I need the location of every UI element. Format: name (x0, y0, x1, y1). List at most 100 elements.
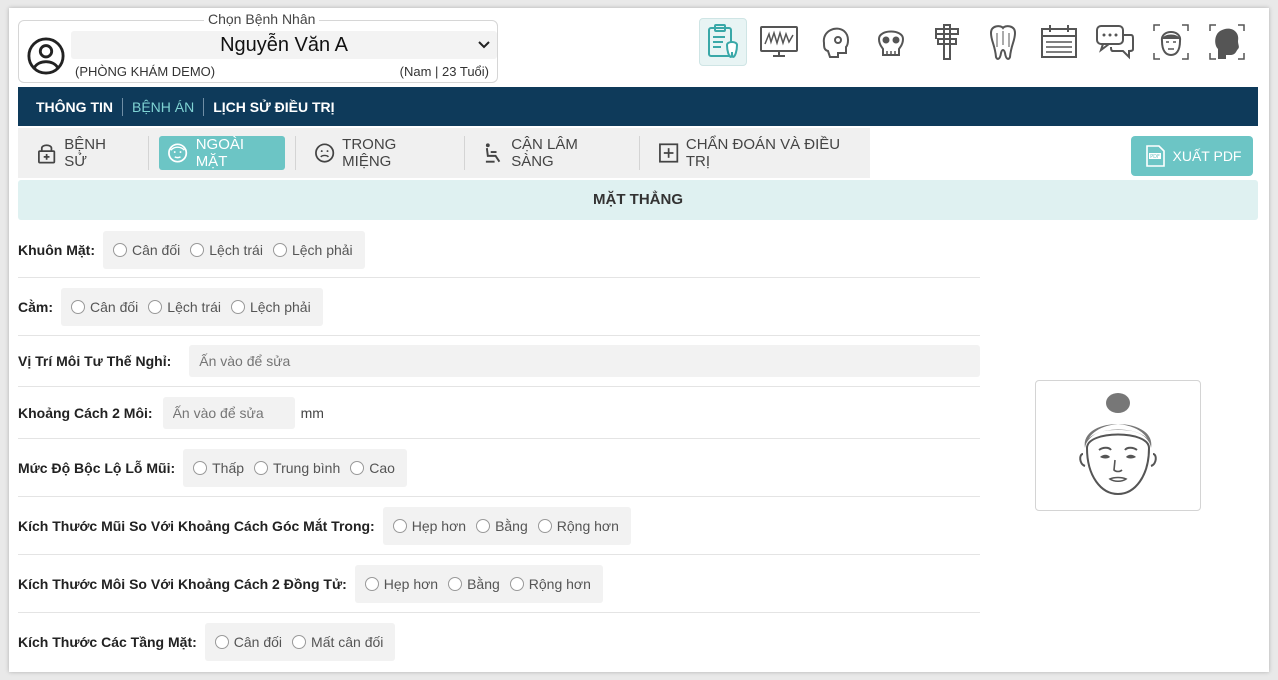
radio-button[interactable] (448, 576, 463, 591)
radio-group: Cân đối Mất cân đối (204, 623, 396, 661)
tab-label: CHẨN ĐOÁN VÀ ĐIỀU TRỊ (685, 136, 841, 170)
option-label: Cao (369, 459, 395, 476)
patient-name-select[interactable]: Nguyễn Văn A (71, 31, 497, 59)
tab-trong-mieng[interactable]: TRONG MIỆNG (306, 136, 454, 170)
radio-button[interactable] (112, 242, 127, 257)
radio-option[interactable]: Lệch phải (272, 242, 353, 258)
radio-button[interactable] (230, 299, 245, 314)
option-label: Trung bình (273, 459, 341, 476)
tab-ngoai-mat[interactable]: NGOÀI MẶT (159, 136, 285, 170)
radio-option[interactable]: Rộng hơn (509, 575, 591, 592)
option-label: Cân đối (233, 634, 283, 650)
nav-divider (203, 97, 205, 116)
form-row-lip-gap: Khoảng Cách 2 Môi: mm (18, 387, 980, 439)
caliper-icon[interactable] (923, 18, 971, 66)
radio-button[interactable] (254, 460, 269, 475)
tab-benh-su[interactable]: BỆNH SỬ (28, 136, 138, 170)
face-illustration-card[interactable] (1035, 380, 1201, 511)
unit-label: mm (300, 404, 324, 421)
chevron-down-icon (478, 41, 490, 49)
radio-button[interactable] (190, 242, 205, 257)
radio-button[interactable] (509, 576, 524, 591)
radio-button[interactable] (193, 460, 208, 475)
patient-name: Nguyễn Văn A (220, 34, 348, 56)
option-label: Lệch trái (167, 298, 221, 315)
radio-button[interactable] (214, 635, 229, 649)
radio-button[interactable] (392, 518, 407, 533)
nav-benh-an[interactable]: BỆNH ÁN (132, 99, 194, 115)
tab-divider (294, 136, 296, 170)
field-label: Cằm: (18, 298, 54, 315)
field-label: Vị Trí Môi Tư Thế Nghỉ: (18, 353, 172, 369)
radio-option[interactable]: Lệch trái (148, 299, 221, 315)
lip-rest-input[interactable] (189, 345, 980, 377)
option-label: Rộng hơn (556, 517, 619, 534)
option-label: Cân đối (131, 241, 181, 258)
option-label: Cân đối (90, 298, 139, 315)
tab-label: TRONG MIỆNG (342, 136, 397, 170)
radio-button[interactable] (537, 518, 552, 533)
option-label: Hẹp hơn (411, 517, 467, 534)
option-label: Lệch phải (249, 298, 311, 315)
radio-button[interactable] (350, 460, 365, 475)
form-row-face-levels: Kích Thước Các Tầng Mặt: Cân đối Mất cân… (18, 613, 980, 671)
radio-button[interactable] (292, 635, 307, 649)
tab-label: CẬN LÂM SÀNG (511, 136, 578, 170)
face-side-icon[interactable] (1203, 18, 1251, 66)
form-row-lip-width: Kích Thước Môi So Với Khoảng Cách 2 Đồng… (18, 555, 980, 613)
radio-button[interactable] (71, 299, 86, 314)
radio-option[interactable]: Trung bình (254, 460, 340, 476)
tab-divider (463, 136, 465, 170)
radio-option[interactable]: Cân đối (112, 241, 181, 258)
form-row-face-shape: Khuôn Mặt: Cân đối Lệch trái Lệch phải (18, 222, 980, 278)
radio-option[interactable]: Rộng hơn (537, 517, 619, 534)
face-front-icon[interactable] (1147, 18, 1195, 66)
patient-legend: Chọn Bệnh Nhân (204, 11, 320, 27)
radio-option[interactable]: Cân đối (214, 634, 283, 650)
radio-option[interactable]: Cao (350, 460, 395, 476)
option-label: Mất cân đối (311, 634, 384, 650)
skull-profile-icon[interactable] (811, 18, 859, 66)
radio-button[interactable] (364, 576, 379, 591)
radio-option[interactable]: Cân đối (71, 299, 138, 315)
radio-option[interactable]: Hẹp hơn (364, 575, 439, 592)
radio-option[interactable]: Mất cân đối (292, 634, 383, 650)
lip-gap-input[interactable] (162, 396, 295, 429)
option-label: Hẹp hơn (383, 575, 439, 592)
exam-tabbar: BỆNH SỬ NGOÀI MẶT TRONG MIỆNG CẬN LÂM SÀ… (18, 128, 870, 178)
radio-option[interactable]: Lệch trái (190, 242, 263, 258)
field-label: Mức Độ Bộc Lộ Lỗ Mũi: (18, 459, 176, 476)
radio-option[interactable]: Bằng (476, 518, 528, 534)
radio-group: Cân đối Lệch trái Lệch phải (61, 287, 323, 326)
radio-option[interactable]: Hẹp hơn (392, 517, 467, 534)
radio-option[interactable]: Thấp (193, 460, 244, 476)
patient-selector[interactable]: Chọn Bệnh Nhân Nguyễn Văn A (PHÒNG KHÁM … (18, 11, 498, 83)
mouth-icon (314, 143, 335, 163)
form-row-nose-width: Kích Thước Mũi So Với Khoảng Cách Góc Mắ… (18, 497, 980, 555)
nav-thong-tin[interactable]: THÔNG TIN (36, 99, 113, 115)
radio-button[interactable] (272, 242, 287, 257)
module-toolbar (699, 18, 1259, 68)
radio-button[interactable] (148, 299, 163, 314)
radio-option[interactable]: Bằng (448, 576, 500, 592)
tab-chan-doan-dieu-tri[interactable]: CHẨN ĐOÁN VÀ ĐIỀU TRỊ (650, 136, 870, 170)
chat-icon[interactable] (1091, 18, 1139, 66)
clinic-name: (PHÒNG KHÁM DEMO) (75, 64, 216, 79)
radio-group: Hẹp hơn Bằng Rộng hơn (382, 506, 631, 545)
radio-option[interactable]: Lệch phải (230, 298, 311, 315)
xray-monitor-icon[interactable] (755, 18, 803, 66)
calendar-icon[interactable] (1035, 18, 1083, 66)
nav-lich-su-dieu-tri[interactable]: LỊCH SỬ ĐIỀU TRỊ (213, 99, 334, 115)
plus-square-icon (658, 143, 678, 163)
tooth-icon[interactable] (979, 18, 1027, 66)
skull-front-icon[interactable] (867, 18, 915, 66)
clipboard-tooth-icon[interactable] (699, 18, 747, 66)
option-label: Bằng (467, 575, 500, 592)
form-row-nostril: Mức Độ Bộc Lộ Lỗ Mũi: Thấp Trung bình Ca… (18, 439, 980, 497)
option-label: Bằng (495, 517, 528, 534)
option-label: Rộng hơn (528, 575, 591, 592)
export-pdf-button[interactable]: PDF XUẤT PDF (1131, 136, 1253, 176)
form-row-chin: Cằm: Cân đối Lệch trái Lệch phải (18, 278, 980, 336)
tab-can-lam-sang[interactable]: CẬN LÂM SÀNG (475, 136, 629, 170)
radio-button[interactable] (476, 518, 491, 533)
